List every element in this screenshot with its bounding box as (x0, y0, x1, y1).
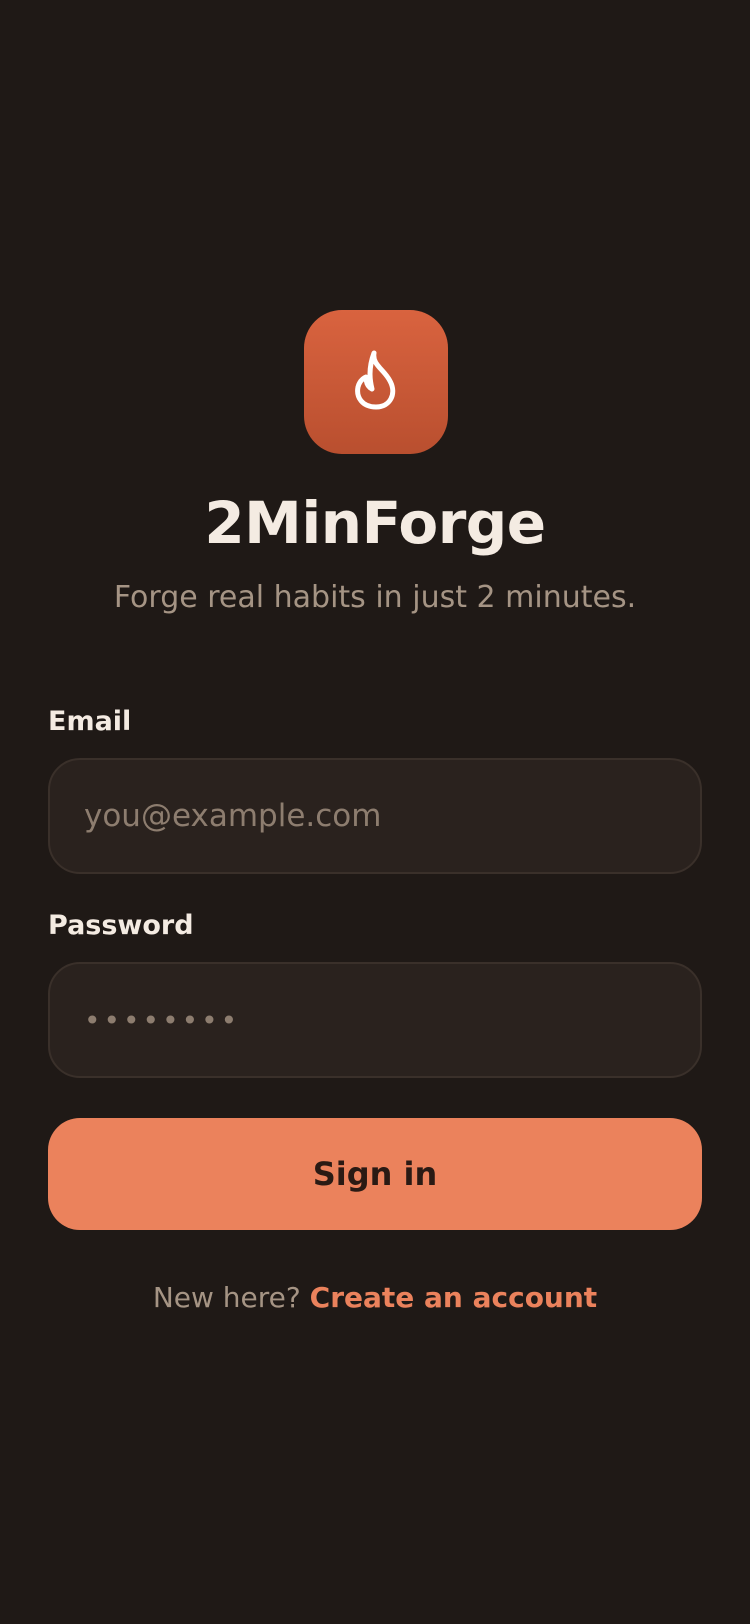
signup-prompt-text: New here? (152, 1281, 301, 1314)
password-field-container (48, 962, 702, 1078)
create-account-link[interactable]: Create an account (310, 1281, 598, 1314)
sign-in-button[interactable]: Sign in (48, 1118, 702, 1230)
app-title: 2MinForge (204, 489, 546, 557)
email-field-container (48, 758, 702, 874)
app-tagline: Forge real habits in just 2 minutes. (113, 580, 637, 615)
email-label: Email (48, 706, 132, 737)
app-logo (304, 310, 448, 454)
signup-prompt-line: New here? Create an account (0, 1279, 750, 1317)
password-input[interactable] (82, 1002, 676, 1038)
flame-icon (350, 349, 402, 415)
login-screen: 2MinForge Forge real habits in just 2 mi… (0, 0, 750, 1624)
email-input[interactable] (82, 797, 676, 835)
password-label: Password (48, 910, 194, 941)
